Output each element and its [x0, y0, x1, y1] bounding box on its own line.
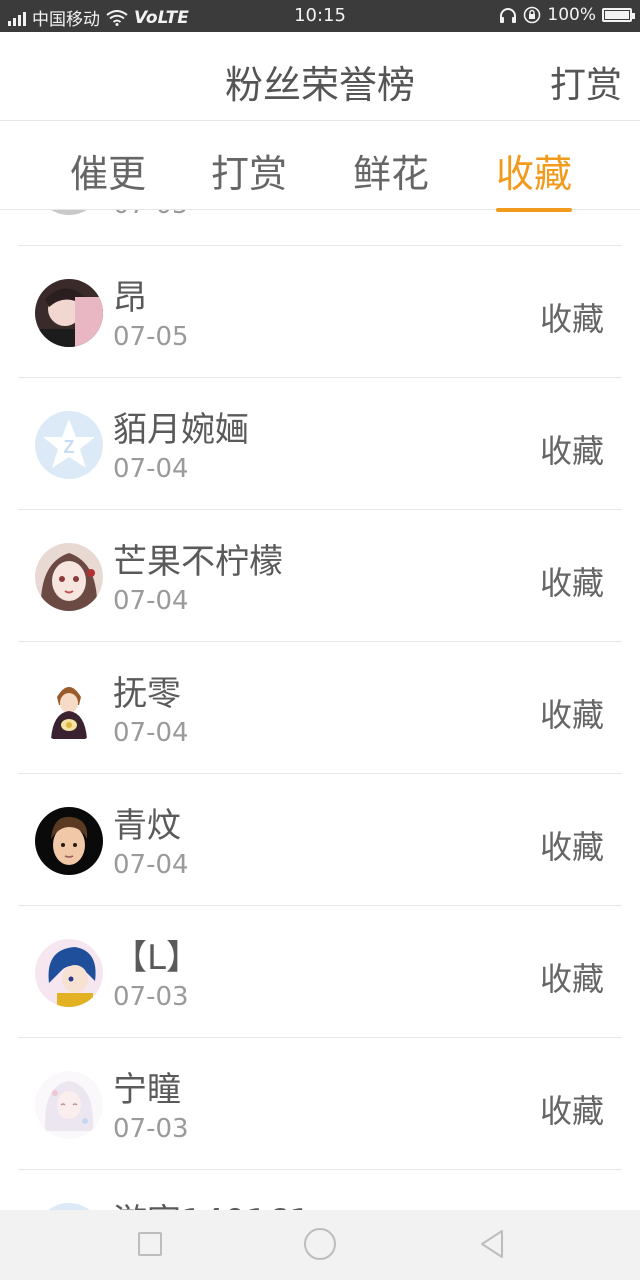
battery-fill: [605, 11, 629, 19]
cartoon-boy-avatar: [35, 807, 103, 875]
battery-icon: [602, 8, 635, 22]
list-item[interactable]: 芒果不柠檬 07-04 收藏: [18, 510, 622, 642]
recent-apps-button[interactable]: [138, 1232, 162, 1256]
item-date: 07-05: [113, 210, 189, 220]
item-action-label: 收藏: [539, 696, 604, 734]
item-name: 昂: [113, 278, 147, 318]
avatar: [35, 210, 103, 215]
tab-label: 收藏: [495, 152, 572, 196]
tab-bar: 催更 打赏 鲜花 收藏: [0, 121, 640, 212]
item-date: 07-05: [113, 322, 189, 352]
item-action-label: 收藏: [539, 1092, 604, 1130]
page-title: 粉丝荣誉榜: [224, 63, 415, 107]
list-item[interactable]: Z 貊月婉婳 07-04 收藏: [18, 378, 622, 510]
status-right: 100%: [499, 5, 635, 25]
item-name: 貊月婉婳: [113, 410, 249, 450]
list-item[interactable]: 07-05: [18, 210, 622, 246]
list-item[interactable]: 宁瞳 07-03 收藏: [18, 1038, 622, 1170]
item-name: 芒果不柠檬: [113, 542, 283, 582]
anime-character-avatar: [35, 675, 103, 743]
item-action-label: 收藏: [539, 828, 604, 866]
fan-list[interactable]: 07-05 昂 07-05 收藏 Z 貊月婉婳 07-04 收藏 芒果不柠檬 0…: [18, 210, 622, 1210]
svg-text:Z: Z: [64, 437, 75, 457]
list-item[interactable]: 昂 07-05 收藏: [18, 246, 622, 378]
reward-button[interactable]: 打赏: [550, 56, 622, 108]
tab-label: 催更: [69, 152, 146, 196]
item-action-label: 收藏: [539, 564, 604, 602]
item-name: 【L】: [113, 938, 200, 978]
back-button[interactable]: [478, 1228, 506, 1260]
home-button[interactable]: [304, 1228, 336, 1260]
system-nav-bar: [0, 1210, 640, 1280]
item-date: 07-03: [113, 982, 189, 1012]
qq-default-avatar: [35, 1203, 103, 1210]
item-date: 07-04: [113, 454, 189, 484]
item-date: 07-03: [113, 1114, 189, 1144]
item-action-label: 收藏: [539, 960, 604, 998]
list-item[interactable]: 青炆 07-04 收藏: [18, 774, 622, 906]
tab-reward[interactable]: 打赏: [189, 143, 309, 198]
item-date: 07-04: [113, 850, 189, 880]
tab-label: 鲜花: [352, 152, 429, 196]
tab-urge[interactable]: 催更: [48, 143, 168, 198]
battery-percent: 100%: [547, 5, 596, 25]
item-name: 抚零: [113, 674, 181, 714]
tab-flower[interactable]: 鲜花: [331, 143, 451, 198]
item-action-label: 收藏: [539, 432, 604, 470]
list-item[interactable]: 抚零 07-04 收藏: [18, 642, 622, 774]
photo-avatar: [35, 279, 103, 347]
rotation-lock-icon: [524, 6, 541, 24]
header: 粉丝荣誉榜 打赏: [0, 32, 640, 121]
headphones-icon: [500, 8, 517, 23]
list-item[interactable]: 游客140161: [18, 1170, 622, 1210]
anime-blue-hair-avatar: [35, 939, 103, 1007]
tab-favorite[interactable]: 收藏: [474, 143, 594, 212]
list-item[interactable]: 【L】 07-03 收藏: [18, 906, 622, 1038]
anime-girl-avatar: [35, 543, 103, 611]
item-name: 宁瞳: [113, 1070, 181, 1110]
item-date: 07-04: [113, 718, 189, 748]
item-name: 青炆: [113, 806, 181, 846]
status-bar: 中国移动 VoLTE 10:15 100%: [0, 0, 640, 32]
item-date: 07-04: [113, 586, 189, 616]
qq-default-avatar: Z: [35, 411, 103, 479]
item-action-label: 收藏: [539, 300, 604, 338]
tab-label: 打赏: [210, 152, 287, 196]
item-name: 游客140161: [113, 1194, 311, 1210]
white-anime-avatar: [35, 1071, 103, 1139]
